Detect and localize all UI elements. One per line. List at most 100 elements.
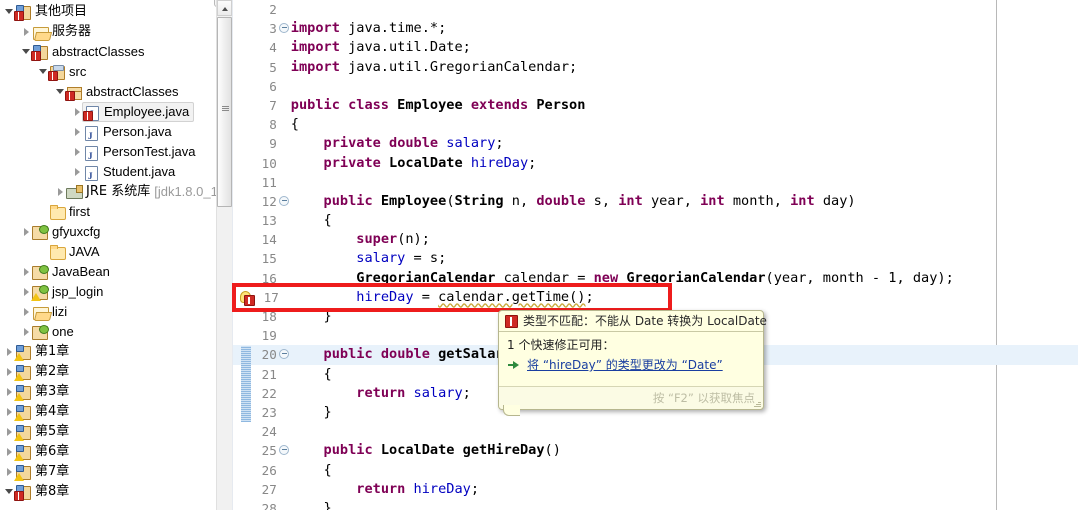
- tree-item-content[interactable]: PersonTest.java: [83, 142, 196, 166]
- scrollbar-thumb[interactable]: [216, 17, 232, 207]
- code-text: {: [290, 461, 332, 478]
- expand-arrow-closed-icon[interactable]: [72, 142, 83, 162]
- code-line[interactable]: 27 return hireDay;: [233, 480, 1078, 499]
- tree-item[interactable]: 第8章: [0, 482, 218, 502]
- tree-item-content[interactable]: abstractClasses: [65, 82, 178, 102]
- tree-item-content[interactable]: 第6章: [14, 442, 69, 462]
- code-line[interactable]: 8{: [233, 115, 1078, 134]
- code-line[interactable]: 14 super(n);: [233, 230, 1078, 249]
- tree-item-content[interactable]: Student.java: [83, 162, 175, 186]
- tree-item[interactable]: JAVA: [0, 242, 218, 262]
- tree-item[interactable]: 第6章: [0, 442, 218, 462]
- code-line[interactable]: 28 }: [233, 499, 1078, 510]
- expand-arrow-closed-icon[interactable]: [72, 162, 83, 182]
- quick-fix-row[interactable]: 将 “hireDay” 的类型更改为 “Date”: [499, 355, 763, 375]
- tree-item[interactable]: lizi: [0, 302, 218, 322]
- code-editor[interactable]: 2 3 import java.time.*; 4 import java.util.D…: [231, 0, 1078, 510]
- tree-item[interactable]: 第2章: [0, 362, 218, 382]
- code-line[interactable]: 11: [233, 173, 1078, 192]
- web-project-icon: [32, 264, 49, 280]
- tree-item[interactable]: 第3章: [0, 382, 218, 402]
- tree-item-content[interactable]: 第3章: [14, 382, 69, 402]
- code-line[interactable]: 16 GregorianCalendar calendar = new Greg…: [233, 269, 1078, 288]
- tree-item[interactable]: PersonTest.java: [0, 142, 218, 166]
- tree-item-content[interactable]: lizi: [32, 302, 67, 322]
- fold-collapse-icon[interactable]: [278, 445, 289, 456]
- tree-item-content[interactable]: abstractClasses: [31, 42, 144, 62]
- code-line[interactable]: 4 import java.util.Date;: [233, 38, 1078, 57]
- error-hover-popup[interactable]: 类型不匹配：不能从 Date 转换为 LocalDate 1 个快速修正可用： …: [498, 310, 767, 416]
- tree-item[interactable]: abstractClasses: [0, 82, 218, 102]
- tree-item[interactable]: JavaBean: [0, 262, 218, 282]
- code-line[interactable]: 9 private double salary;: [233, 134, 1078, 153]
- tree-item[interactable]: one: [0, 322, 218, 342]
- tree-item-content[interactable]: 第7章: [14, 462, 69, 482]
- code-line[interactable]: 24: [233, 422, 1078, 441]
- code-line[interactable]: 6: [233, 77, 1078, 96]
- popup-resize-grip-icon[interactable]: [753, 399, 761, 407]
- tree-item-content[interactable]: src: [48, 62, 86, 82]
- code-line[interactable]: 10 private LocalDate hireDay;: [233, 154, 1078, 173]
- expand-arrow-closed-icon[interactable]: [21, 222, 32, 242]
- code-line[interactable]: 5 import java.util.GregorianCalendar;: [233, 58, 1078, 77]
- tree-item[interactable]: gfyuxcfg: [0, 222, 218, 242]
- tree-item-label: 第4章: [35, 404, 70, 419]
- source-code-area[interactable]: 2 3 import java.time.*; 4 import java.util.D…: [232, 0, 1078, 510]
- error-quickfix-gutter-icon[interactable]: [239, 290, 255, 306]
- fold-collapse-icon[interactable]: [278, 195, 289, 206]
- tree-item[interactable]: 第1章: [0, 342, 218, 362]
- tree-item-content[interactable]: 第8章: [14, 482, 69, 502]
- tree-item[interactable]: abstractClasses: [0, 42, 218, 62]
- tree-item-content[interactable]: 第5章: [14, 422, 69, 442]
- code-line[interactable]: 7 public class Employee extends Person: [233, 96, 1078, 115]
- tree-item-content[interactable]: 第1章: [14, 342, 69, 362]
- fold-collapse-icon[interactable]: [278, 23, 289, 34]
- expand-arrow-closed-icon[interactable]: [72, 122, 83, 142]
- tree-item[interactable]: 第7章: [0, 462, 218, 482]
- tree-item-content[interactable]: Person.java: [83, 122, 172, 146]
- project-tree[interactable]: 其他项目 服务器 abstractClasses src abstractClasses…: [0, 0, 232, 510]
- tree-item-selected[interactable]: Employee.java: [82, 102, 195, 122]
- tree-item-content[interactable]: 其他项目: [14, 2, 87, 22]
- tree-item[interactable]: 第4章: [0, 402, 218, 422]
- tree-item-content[interactable]: 第4章: [14, 402, 70, 422]
- fold-collapse-icon[interactable]: [278, 349, 289, 360]
- tree-item-content[interactable]: JAVA: [49, 242, 100, 262]
- tree-item-content[interactable]: jsp_login: [31, 282, 103, 302]
- tree-item[interactable]: 其他项目: [0, 2, 218, 22]
- quick-fix-link[interactable]: 将 “hireDay” 的类型更改为 “Date”: [527, 358, 723, 372]
- tree-item[interactable]: Student.java: [0, 162, 218, 186]
- tree-item[interactable]: Employee.java: [0, 102, 218, 122]
- code-line[interactable]: 25 public LocalDate getHireDay(): [233, 441, 1078, 460]
- tree-item-content[interactable]: 第2章: [14, 362, 69, 382]
- tree-item-content[interactable]: gfyuxcfg: [32, 222, 100, 242]
- code-line[interactable]: 12 public Employee(String n, double s, i…: [233, 192, 1078, 211]
- code-line[interactable]: 3 import java.time.*;: [233, 19, 1078, 38]
- tree-item[interactable]: 第5章: [0, 422, 218, 442]
- tree-item-content[interactable]: 服务器: [32, 22, 91, 42]
- tree-item[interactable]: Person.java: [0, 122, 218, 146]
- tree-item[interactable]: src: [0, 62, 218, 82]
- scroll-up-arrow-icon[interactable]: [216, 0, 232, 16]
- expand-arrow-closed-icon[interactable]: [72, 102, 83, 122]
- expand-arrow-closed-icon[interactable]: [21, 22, 32, 42]
- expand-arrow-closed-icon[interactable]: [55, 182, 66, 202]
- code-line[interactable]: 13 {: [233, 211, 1078, 230]
- tree-item[interactable]: jsp_login: [0, 282, 218, 302]
- tree-item[interactable]: first: [0, 202, 218, 222]
- expand-arrow-closed-icon[interactable]: [21, 302, 32, 322]
- sidebar-scrollbar[interactable]: [215, 0, 232, 510]
- tree-item-content[interactable]: first: [49, 202, 90, 222]
- expand-arrow-closed-icon[interactable]: [21, 322, 32, 342]
- tree-item-content[interactable]: JavaBean: [32, 262, 110, 282]
- web-project-icon: [32, 324, 49, 340]
- tree-item-content[interactable]: one: [32, 322, 74, 342]
- tree-item[interactable]: 服务器: [0, 22, 218, 42]
- code-line[interactable]: 2: [233, 0, 1078, 19]
- code-line[interactable]: 17 hireDay = calendar.getTime();: [233, 288, 1078, 307]
- expand-arrow-closed-icon[interactable]: [21, 262, 32, 282]
- tree-item-content[interactable]: JRE 系统库 [jdk1.8.0_144: [66, 182, 232, 202]
- tree-item[interactable]: JRE 系统库 [jdk1.8.0_144: [0, 182, 232, 202]
- code-line[interactable]: 26 {: [233, 461, 1078, 480]
- code-line[interactable]: 15 salary = s;: [233, 249, 1078, 268]
